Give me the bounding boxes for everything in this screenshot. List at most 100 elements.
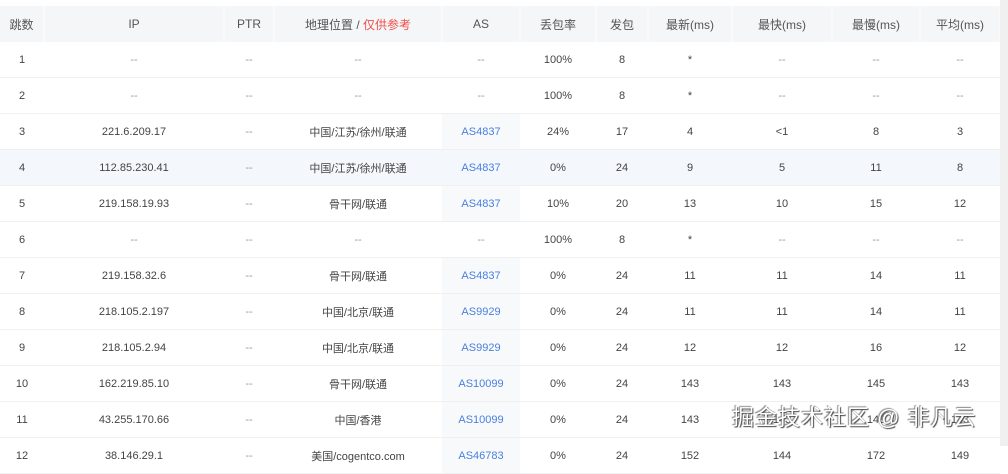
cell-last: 152: [648, 437, 732, 474]
cell-best: 144: [732, 437, 832, 474]
as-link[interactable]: AS10099: [458, 378, 503, 390]
cell-ip: 162.219.85.10: [44, 365, 224, 402]
cell-best: --: [732, 77, 832, 114]
cell-avg: 12: [920, 185, 1000, 222]
cell-worst: --: [832, 42, 920, 78]
cell-ip: 221.6.209.17: [44, 113, 224, 150]
cell-best: 143: [732, 365, 832, 402]
col-ip: IP: [44, 6, 225, 42]
watermark: 掘金技术社区 @ 非凡云: [732, 405, 977, 430]
cell-sent: 8: [596, 77, 648, 114]
cell-worst: 14: [832, 257, 920, 294]
cell-worst: 14: [832, 293, 920, 330]
table-row: 6 -- -- -- -- 100% 8 * -- -- --: [0, 221, 1000, 258]
cell-ip: 38.146.29.1: [44, 437, 224, 474]
as-link[interactable]: AS9929: [461, 306, 500, 318]
col-last: 最新(ms): [648, 6, 733, 42]
cell-ptr: --: [224, 77, 274, 114]
cell-as: --: [442, 221, 520, 258]
cell-loss: 24%: [520, 113, 596, 150]
col-loss: 丢包率: [520, 6, 597, 42]
table-header: 跳数 IP PTR 地理位置 / 仅供参考 AS 丢包率 发包 最新(ms) 最…: [0, 6, 1001, 42]
as-link[interactable]: AS4837: [461, 162, 500, 174]
cell-worst: 172: [832, 437, 920, 474]
col-hop: 跳数: [0, 6, 45, 42]
cell-loss: 10%: [520, 185, 596, 222]
as-link[interactable]: AS4837: [461, 198, 500, 210]
as-link[interactable]: AS4837: [461, 126, 500, 138]
cell-ptr: --: [224, 185, 274, 222]
cell-sent: 24: [596, 257, 648, 294]
cell-ptr: --: [224, 293, 274, 330]
cell-ip: 219.158.32.6: [44, 257, 224, 294]
cell-loss: 100%: [520, 42, 596, 78]
as-link[interactable]: AS10099: [458, 414, 503, 426]
table-row: 8 218.105.2.197 -- 中国/北京/联通 AS9929 0% 24 11 11 14…: [0, 293, 1000, 330]
cell-geo: 中国/香港: [274, 401, 442, 438]
cell-geo: 中国/江苏/徐州/联通: [274, 149, 442, 186]
cell-ip: --: [44, 221, 224, 258]
cell-as: AS4837: [442, 257, 520, 294]
cell-best: 11: [732, 257, 832, 294]
col-worst: 最慢(ms): [832, 6, 921, 42]
cell-last: 4: [648, 113, 732, 150]
cell-worst: 8: [832, 113, 920, 150]
cell-ip: 218.105.2.197: [44, 293, 224, 330]
cell-ip: 218.105.2.94: [44, 329, 224, 366]
cell-hop: 9: [0, 329, 44, 366]
cell-as: AS46783: [442, 437, 520, 474]
cell-last: 13: [648, 185, 732, 222]
scrollbar[interactable]: [1000, 0, 1008, 446]
cell-best: <1: [732, 113, 832, 150]
cell-sent: 20: [596, 185, 648, 222]
cell-worst: --: [832, 77, 920, 114]
cell-ptr: --: [224, 42, 274, 78]
cell-sent: 24: [596, 149, 648, 186]
cell-hop: 6: [0, 221, 44, 258]
cell-loss: 100%: [520, 221, 596, 258]
cell-hop: 2: [0, 77, 44, 114]
cell-last: *: [648, 42, 732, 78]
cell-ip: 112.85.230.41: [44, 149, 224, 186]
cell-worst: 15: [832, 185, 920, 222]
cell-hop: 4: [0, 149, 44, 186]
cell-as: AS4837: [442, 113, 520, 150]
cell-hop: 5: [0, 185, 44, 222]
cell-as: AS10099: [442, 401, 520, 438]
cell-as: AS10099: [442, 365, 520, 402]
cell-ptr: --: [224, 437, 274, 474]
table-row: 7 219.158.32.6 -- 骨干网/联通 AS4837 0% 24 11 11 14 11: [0, 257, 1000, 294]
cell-as: AS9929: [442, 329, 520, 366]
cell-geo: --: [274, 221, 442, 258]
cell-geo: 中国/江苏/徐州/联通: [274, 113, 442, 150]
as-link[interactable]: AS9929: [461, 342, 500, 354]
cell-last: 9: [648, 149, 732, 186]
as-link[interactable]: AS4837: [461, 270, 500, 282]
cell-geo: 骨干网/联通: [274, 185, 442, 222]
cell-ip: 219.158.19.93: [44, 185, 224, 222]
cell-best: --: [732, 42, 832, 78]
cell-hop: 1: [0, 42, 44, 78]
as-link[interactable]: AS46783: [458, 450, 503, 462]
cell-geo: 骨干网/联通: [274, 365, 442, 402]
table-row: 4 112.85.230.41 -- 中国/江苏/徐州/联通 AS4837 0% 24 9 5 1…: [0, 149, 1000, 186]
geo-note: 仅供参考: [363, 17, 412, 32]
col-geo: 地理位置 / 仅供参考: [274, 6, 443, 42]
cell-ip: 43.255.170.66: [44, 401, 224, 438]
cell-ptr: --: [224, 329, 274, 366]
cell-as: --: [442, 77, 520, 114]
cell-ptr: --: [224, 149, 274, 186]
cell-best: 5: [732, 149, 832, 186]
cell-sent: 24: [596, 401, 648, 438]
cell-avg: 143: [920, 365, 1000, 402]
cell-ip: --: [44, 77, 224, 114]
cell-as: AS4837: [442, 185, 520, 222]
cell-geo: 中国/北京/联通: [274, 329, 442, 366]
cell-as: --: [442, 42, 520, 78]
cell-best: --: [732, 221, 832, 258]
cell-ip: --: [44, 42, 224, 78]
table-row: 2 -- -- -- -- 100% 8 * -- -- --: [0, 77, 1000, 114]
cell-geo: --: [274, 42, 442, 78]
cell-last: *: [648, 77, 732, 114]
cell-hop: 10: [0, 365, 44, 402]
